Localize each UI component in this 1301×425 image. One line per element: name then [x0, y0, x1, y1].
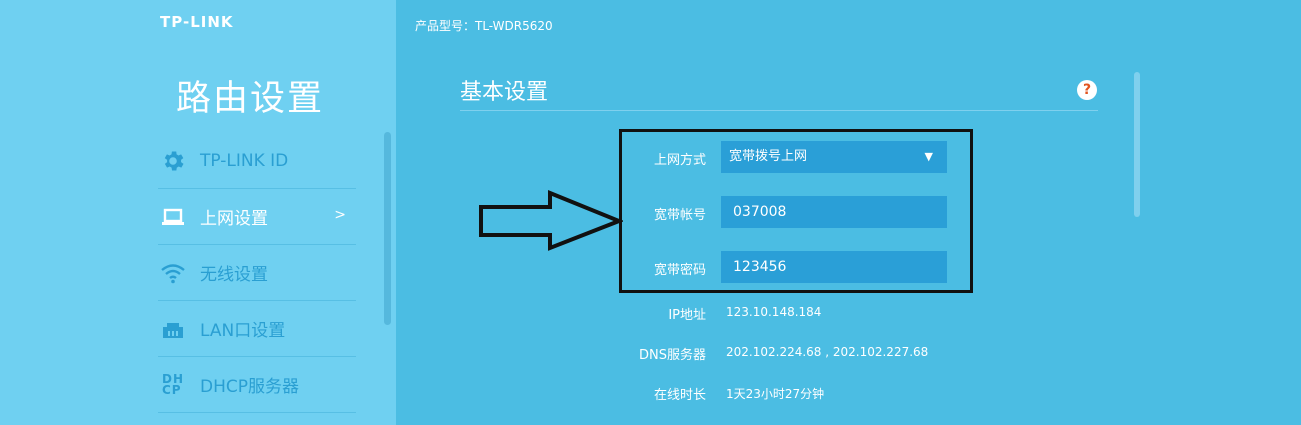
sidebar-item-label: TP-LINK ID	[200, 150, 289, 171]
connection-type-value: 宽带拨号上网	[729, 149, 808, 164]
sidebar-title: 路由设置	[176, 79, 325, 119]
chevron-right-icon: >	[334, 207, 346, 223]
online-duration-value: 1天23小时27分钟	[726, 387, 825, 401]
dns-server-label: DNS服务器	[639, 348, 706, 363]
main-scrollbar[interactable]	[1134, 72, 1140, 217]
sidebar-item-internet-settings[interactable]: 上网设置 >	[158, 189, 356, 245]
broadband-password-label: 宽带密码	[653, 263, 706, 278]
help-icon[interactable]: ?	[1077, 80, 1097, 100]
gear-icon	[158, 146, 188, 176]
sidebar-nav: TP-LINK ID 上网设置 > 无线设置 LAN口设置 DH CP DHCP…	[158, 133, 356, 413]
sidebar-item-label: 无线设置	[200, 265, 268, 285]
sidebar-item-label: 上网设置	[200, 209, 268, 229]
dhcp-icon-text-bottom: CP	[161, 382, 182, 397]
broadband-account-label: 宽带帐号	[653, 208, 706, 223]
sidebar-item-label: LAN口设置	[200, 321, 286, 341]
dns-server-value: 202.102.224.68 , 202.102.227.68	[726, 345, 929, 359]
sidebar: TP-LINK 路由设置 TP-LINK ID 上网设置 > 无线设置 LAN口…	[0, 0, 396, 425]
wifi-icon	[158, 258, 188, 288]
caret-down-icon: ▼	[924, 150, 933, 163]
connection-type-select[interactable]: 宽带拨号上网 ▼	[721, 141, 947, 173]
sidebar-scrollbar[interactable]	[384, 132, 391, 325]
section-title: 基本设置	[460, 80, 549, 105]
product-model: 产品型号：TL-WDR5620	[415, 19, 553, 33]
sidebar-item-label: DHCP服务器	[200, 377, 299, 397]
dhcp-icon: DH CP	[158, 370, 188, 400]
ip-address-value: 123.10.148.184	[726, 305, 822, 319]
tp-link-logo: TP-LINK	[160, 13, 234, 31]
section-divider	[460, 110, 1098, 111]
ip-address-label: IP地址	[668, 308, 706, 323]
lan-port-icon	[158, 314, 188, 344]
sidebar-item-dhcp-server[interactable]: DH CP DHCP服务器	[158, 357, 356, 413]
connection-type-label: 上网方式	[653, 153, 706, 168]
sidebar-item-lan-settings[interactable]: LAN口设置	[158, 301, 356, 357]
online-duration-label: 在线时长	[653, 388, 706, 403]
sidebar-item-wireless-settings[interactable]: 无线设置	[158, 245, 356, 301]
laptop-icon	[158, 202, 188, 232]
broadband-account-input[interactable]	[721, 196, 947, 228]
broadband-password-input[interactable]	[721, 251, 947, 283]
sidebar-item-tplink-id[interactable]: TP-LINK ID	[158, 133, 356, 189]
